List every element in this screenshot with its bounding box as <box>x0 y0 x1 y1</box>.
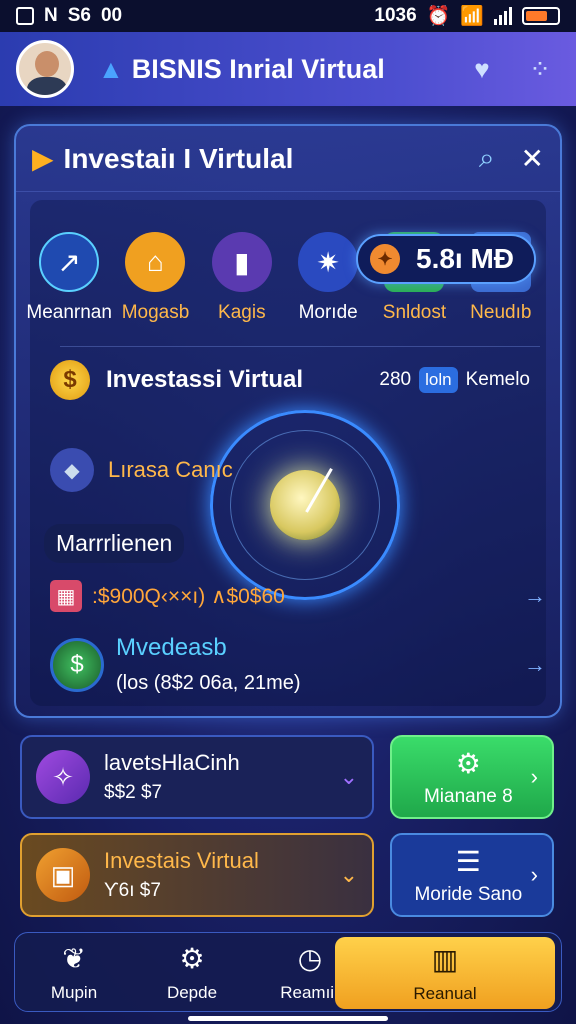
menu-label: Neudıb <box>470 302 532 323</box>
status-right: 1036 ⏰ 📶 <box>374 4 560 28</box>
arrow-right-icon[interactable]: → <box>524 583 546 609</box>
mv-text: Mvedeasb (los (8$2 06a, 21me) <box>116 634 524 695</box>
card-mianane[interactable]: ⚙ Mianane 8 › <box>390 735 554 819</box>
card-moride[interactable]: ☰ Moride Sano › <box>390 833 554 917</box>
book-icon: ▥ <box>431 943 459 975</box>
nav-item-mupin[interactable]: ❦ Mupin <box>15 932 133 1012</box>
rate-row[interactable]: ▦ :$900Q‹××ı) ∧$0$60 → <box>50 580 550 612</box>
clock-icon: ◷ <box>297 942 323 974</box>
chevron-down-icon[interactable]: ⌄ <box>340 764 358 790</box>
invest-meta: 280 loln Kemelo <box>379 367 530 393</box>
arrow-right-icon[interactable]: → <box>524 652 546 678</box>
menu-item-kagis[interactable]: ▮ Kagis <box>199 232 285 324</box>
liras-label: Lırasa Canıc <box>108 457 233 482</box>
card-subtitle: Ƴ6ı $7 <box>104 880 161 901</box>
close-icon[interactable]: ✕ <box>521 142 544 175</box>
invest-row[interactable]: $ Investassi Virtual 280 loln Kemelo <box>50 360 530 400</box>
invest-meta-text: Kemelo <box>465 369 530 390</box>
menu-label: Morıde <box>298 302 358 323</box>
status-time: 1036 <box>374 5 417 26</box>
nav-label: Reanual <box>413 983 477 1003</box>
card-title: Investais Virtual <box>104 848 259 873</box>
menu-label: Snldost <box>382 302 447 323</box>
nav-item-depde[interactable]: ⚙ Depde <box>133 932 251 1012</box>
battery-icon <box>522 7 560 25</box>
alarm-icon: ⏰ <box>426 6 451 27</box>
liras-row[interactable]: ◆ Lırasa Canıc <box>50 448 233 492</box>
chevron-right-icon[interactable]: › <box>531 764 538 790</box>
chevron-right-icon[interactable]: › <box>531 862 538 888</box>
menu-label: Mogasb <box>121 302 190 323</box>
mv-title: Mvedeasb <box>116 634 227 661</box>
invest-title: Investassi Virtual <box>106 366 303 393</box>
card-side: ⚙ Mianane 8 <box>406 747 531 808</box>
card-label: Mianane 8 <box>423 785 513 807</box>
money-icon: $ <box>50 637 104 692</box>
nav-item-reanual[interactable]: ▥ Reanual <box>335 937 555 1009</box>
divider <box>60 346 540 347</box>
card-investais[interactable]: ▣ Investais Virtual Ƴ6ı $7 ⌄ <box>20 833 374 917</box>
card-subtitle: $$2 $7 <box>104 782 163 803</box>
chart-icon: ↗ <box>39 232 100 292</box>
invest-meta-num: 280 <box>379 369 412 390</box>
panel-header: ▶ Investaiı I Virtulal ⌕ ✕ <box>16 126 560 192</box>
status-text-a: N <box>44 5 58 26</box>
box-icon: ▣ <box>36 848 90 902</box>
status-text-c: 00 <box>100 5 123 26</box>
gear-icon: ⚙ <box>455 747 481 779</box>
more-icon[interactable]: ⁘ <box>520 49 560 89</box>
value-pill[interactable]: ✦ 5.8ı MĐ <box>356 234 536 284</box>
wifi-icon: 📶 <box>460 6 484 27</box>
calculator-icon: ▦ <box>50 580 82 612</box>
card-text: lavetsHlaCinh $$2 $7 <box>104 750 340 804</box>
bag-icon: ⌂ <box>125 232 186 292</box>
value-text: 5.8ı MĐ <box>416 243 515 274</box>
globe-icon <box>270 470 340 540</box>
bar-chart-icon: ▮ <box>211 232 272 292</box>
bottom-nav: ❦ Mupin ⚙ Depde ◷ Reamıir ▥ Reanual <box>14 932 562 1012</box>
card-label: Moride Sano <box>414 883 523 905</box>
mv-row[interactable]: $ Mvedeasb (los (8$2 06a, 21me) → <box>50 634 550 695</box>
card-investasi[interactable]: ✧ lavetsHlaCinh $$2 $7 ⌄ <box>20 735 374 819</box>
mv-subtitle: (los (8$2 06a, 21me) <box>116 672 301 694</box>
rate-text: :$900Q‹××ı) ∧$0$60 <box>92 584 285 608</box>
signal-icon <box>494 7 512 25</box>
nav-label: Reamıir <box>280 982 340 1002</box>
menu-label: Meanrnan <box>26 302 112 323</box>
home-indicator <box>188 1016 388 1021</box>
menu-item-mogasb[interactable]: ⌂ Mogasb <box>112 232 198 324</box>
avatar[interactable] <box>16 40 74 98</box>
app-title: BISNIS Inrial Virtual <box>131 53 385 84</box>
investment-panel: ▶ Investaiı I Virtulal ⌕ ✕ ↗ Meanrnan ⌂ … <box>14 124 562 718</box>
card-side: ☰ Moride Sano <box>406 845 531 906</box>
token-icon: ✦ <box>370 244 400 274</box>
status-bar: N S6 00 1036 ⏰ 📶 <box>0 0 576 32</box>
app-header: ▲ BISNIS Inrial Virtual ♥ ⁘ <box>0 32 576 106</box>
menu-item-meanrnan[interactable]: ↗ Meanrnan <box>26 232 112 324</box>
gear-icon: ⚙ <box>179 942 205 974</box>
globe-gauge <box>210 410 400 600</box>
diamond-icon: ◆ <box>50 448 94 492</box>
coin-icon: $ <box>50 360 90 400</box>
card-text: Investais Virtual Ƴ6ı $7 <box>104 848 340 902</box>
dog-icon: ❦ <box>62 942 86 974</box>
search-icon[interactable]: ⌕ <box>479 142 495 175</box>
favorite-icon[interactable]: ♥ <box>462 49 502 89</box>
notification-icon <box>16 7 34 25</box>
invest-meta-badge: loln <box>419 367 458 393</box>
status-left: N S6 00 <box>16 5 122 27</box>
card-title: lavetsHlaCinh <box>104 750 240 775</box>
menu-label: Kagis <box>218 302 266 323</box>
briefcase-icon: ▲ <box>98 53 124 84</box>
globe-icon: ✷ <box>298 232 359 292</box>
panel-title: Investaiı I Virtulal <box>63 142 294 174</box>
magic-icon: ✧ <box>36 750 90 804</box>
section-tag: Marrrlienen <box>44 524 185 563</box>
nav-label: Depde <box>166 982 218 1002</box>
chevron-down-icon[interactable]: ⌄ <box>340 862 358 888</box>
nav-label: Mupin <box>50 982 98 1002</box>
play-logo-icon: ▶ <box>32 143 54 174</box>
status-text-b: S6 <box>67 5 91 26</box>
list-icon: ☰ <box>455 845 481 877</box>
